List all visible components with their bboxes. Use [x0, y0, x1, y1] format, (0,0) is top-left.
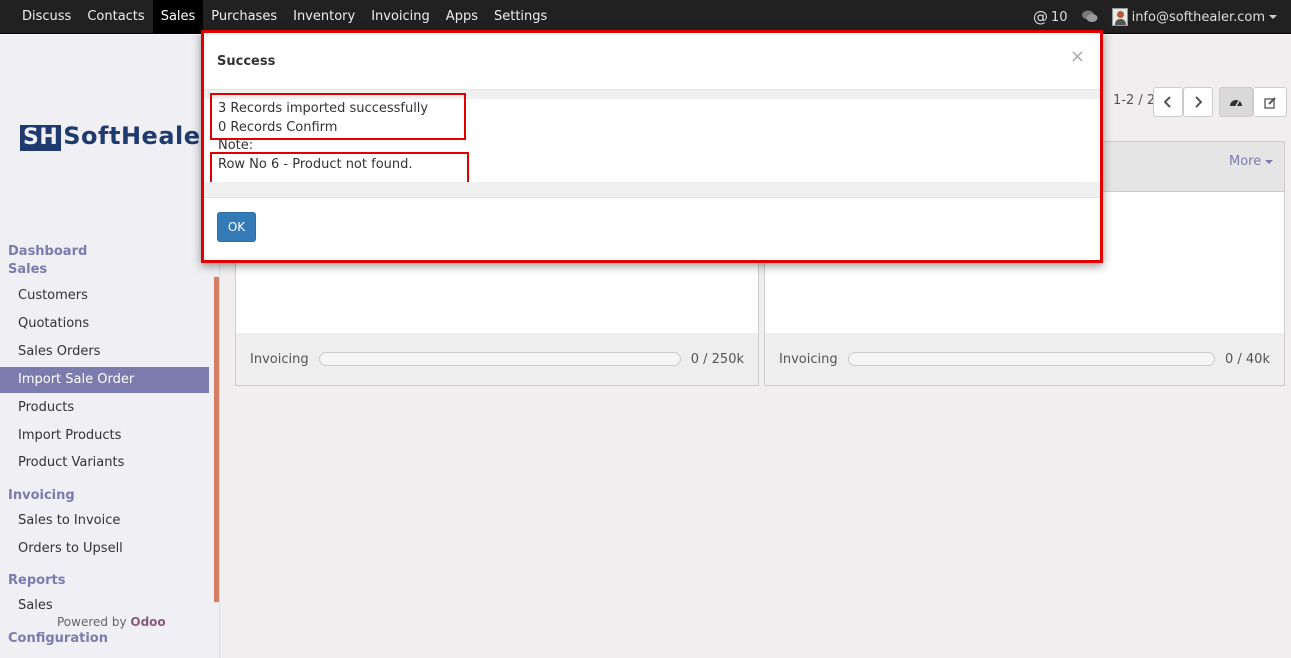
- pager-previous-button[interactable]: [1153, 87, 1183, 117]
- user-email: info@softhealer.com: [1131, 9, 1265, 25]
- menu-settings[interactable]: Settings: [486, 0, 555, 34]
- dialog-title: Success: [217, 54, 276, 69]
- odoo-link[interactable]: Odoo: [130, 615, 165, 629]
- sidebar-item-product-variants[interactable]: Product Variants: [0, 450, 209, 476]
- invoicing-progress-bar: [847, 352, 1215, 366]
- dialog-body-bottom-band: [204, 182, 1100, 198]
- sidebar-item-import-products[interactable]: Import Products: [0, 423, 209, 449]
- invoicing-progress-bar: [318, 352, 681, 366]
- chevron-right-icon: [1195, 96, 1202, 108]
- dashboard-icon: [1230, 100, 1242, 107]
- dialog-header: Success ×: [204, 33, 1100, 90]
- success-dialog: Success × 3 Records imported successfull…: [201, 30, 1103, 263]
- sidebar-accent-bar: [214, 277, 219, 602]
- sidebar-item-customers[interactable]: Customers: [0, 283, 209, 309]
- highlight-box: [210, 93, 466, 140]
- menu-inventory[interactable]: Inventory: [285, 0, 363, 34]
- mentions-count: 10: [1051, 9, 1068, 25]
- sidebar-item-sales-to-invoice[interactable]: Sales to Invoice: [0, 508, 209, 534]
- section-reports: Reports: [8, 573, 66, 588]
- invoicing-label: Invoicing: [250, 351, 309, 367]
- section-invoicing: Invoicing: [8, 488, 75, 503]
- section-sales: Sales: [8, 262, 48, 277]
- at-icon: @: [1033, 8, 1049, 26]
- pager-next-button[interactable]: [1183, 87, 1213, 117]
- dashboard-view-button[interactable]: [1219, 87, 1253, 117]
- chat-button[interactable]: [1081, 10, 1098, 24]
- sidebar-item-quotations[interactable]: Quotations: [0, 311, 209, 337]
- menu-purchases[interactable]: Purchases: [203, 0, 285, 34]
- highlight-box: [210, 152, 469, 185]
- systray: @ 10 info@softhealer.com: [1033, 0, 1291, 34]
- invoicing-label: Invoicing: [779, 351, 838, 367]
- section-configuration[interactable]: Configuration: [8, 631, 108, 646]
- edit-view-button[interactable]: [1253, 87, 1287, 117]
- pager-value[interactable]: 1-2 / 2: [1113, 93, 1155, 108]
- company-logo: SH SoftHealer: [20, 121, 213, 151]
- sidebar: SH SoftHealer Dashboard Sales Customers Q…: [0, 35, 220, 658]
- mentions-button[interactable]: @ 10: [1033, 8, 1068, 26]
- menu-discuss[interactable]: Discuss: [14, 0, 79, 34]
- sidebar-item-products[interactable]: Products: [0, 395, 209, 421]
- top-navbar: Discuss Contacts Sales Purchases Invento…: [0, 0, 1291, 34]
- invoicing-progress-row: Invoicing 0 / 250k: [236, 333, 758, 385]
- chevron-left-icon: [1164, 96, 1171, 108]
- sidebar-item-sales-orders[interactable]: Sales Orders: [0, 339, 209, 365]
- ok-button[interactable]: OK: [217, 212, 256, 242]
- invoicing-value[interactable]: 0 / 40k: [1225, 352, 1270, 367]
- sidebar-item-import-sale-order[interactable]: Import Sale Order: [0, 367, 209, 393]
- main-menu: Discuss Contacts Sales Purchases Invento…: [14, 0, 555, 34]
- more-dropdown[interactable]: More: [1229, 154, 1274, 169]
- caret-down-icon: [1265, 159, 1274, 164]
- menu-invoicing[interactable]: Invoicing: [363, 0, 438, 34]
- invoicing-progress-row: Invoicing 0 / 40k: [765, 333, 1284, 385]
- close-icon[interactable]: ×: [1070, 46, 1085, 67]
- invoicing-value[interactable]: 0 / 250k: [691, 352, 744, 367]
- sidebar-item-orders-to-upsell[interactable]: Orders to Upsell: [0, 536, 209, 562]
- section-dashboard[interactable]: Dashboard: [8, 244, 87, 259]
- menu-sales[interactable]: Sales: [152, 0, 204, 34]
- user-menu[interactable]: info@softhealer.com: [1111, 8, 1277, 26]
- chat-icon: [1081, 10, 1098, 22]
- menu-apps[interactable]: Apps: [438, 0, 486, 34]
- edit-icon: [1263, 96, 1276, 109]
- avatar: [1111, 8, 1128, 26]
- note-label: Note:: [218, 138, 254, 153]
- menu-contacts[interactable]: Contacts: [79, 0, 152, 34]
- powered-by: Powered by Odoo: [57, 615, 166, 629]
- chevron-down-icon: [1269, 15, 1277, 19]
